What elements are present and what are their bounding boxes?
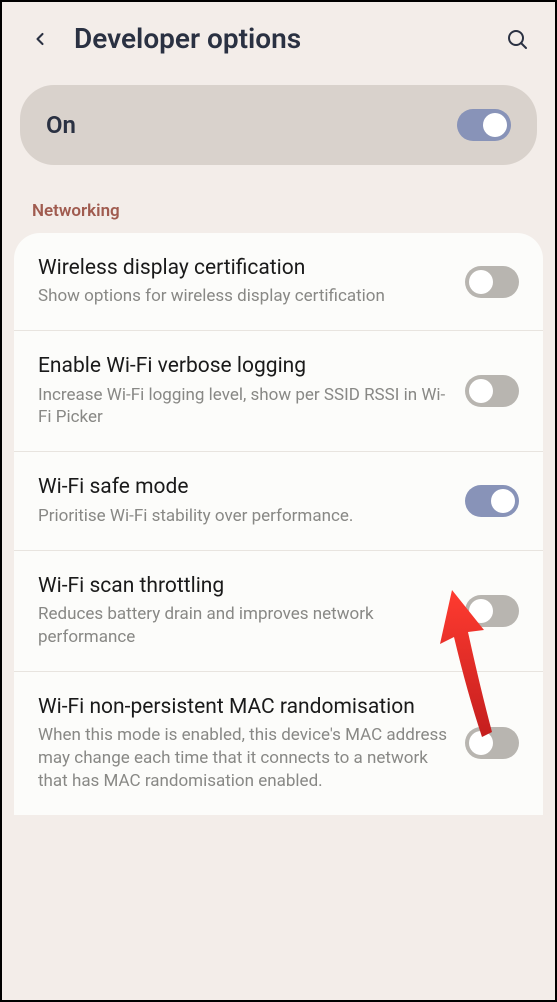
setting-title: Wi-Fi safe mode	[38, 474, 449, 501]
search-icon[interactable]	[503, 25, 531, 53]
setting-desc: When this mode is enabled, this device's…	[38, 724, 449, 793]
setting-title: Wi-Fi scan throttling	[38, 573, 449, 600]
master-toggle[interactable]	[457, 109, 511, 141]
toggle-wifi-scan-throttling[interactable]	[465, 595, 519, 627]
setting-desc: Prioritise Wi-Fi stability over performa…	[38, 505, 449, 528]
setting-title: Enable Wi-Fi verbose logging	[38, 353, 449, 380]
master-switch-row[interactable]: On	[20, 85, 537, 165]
setting-desc: Increase Wi-Fi logging level, show per S…	[38, 384, 449, 430]
setting-desc: Reduces battery drain and improves netwo…	[38, 603, 449, 649]
setting-wireless-display-certification[interactable]: Wireless display certification Show opti…	[14, 233, 543, 331]
toggle-wifi-verbose[interactable]	[465, 375, 519, 407]
setting-wifi-verbose-logging[interactable]: Enable Wi-Fi verbose logging Increase Wi…	[14, 331, 543, 452]
toggle-wifi-safe-mode[interactable]	[465, 485, 519, 517]
settings-card: Wireless display certification Show opti…	[14, 233, 543, 815]
setting-wifi-mac-randomisation[interactable]: Wi-Fi non-persistent MAC randomisation W…	[14, 672, 543, 815]
setting-desc: Show options for wireless display certif…	[38, 285, 449, 308]
setting-title: Wireless display certification	[38, 255, 449, 282]
back-icon[interactable]	[26, 25, 54, 53]
toggle-wireless-display[interactable]	[465, 266, 519, 298]
toggle-wifi-mac-randomisation[interactable]	[465, 727, 519, 759]
master-switch-label: On	[46, 111, 76, 139]
header: Developer options	[2, 2, 555, 71]
page-title: Developer options	[74, 22, 503, 55]
section-header-networking: Networking	[2, 165, 555, 233]
setting-title: Wi-Fi non-persistent MAC randomisation	[38, 694, 449, 721]
setting-wifi-scan-throttling[interactable]: Wi-Fi scan throttling Reduces battery dr…	[14, 551, 543, 672]
setting-wifi-safe-mode[interactable]: Wi-Fi safe mode Prioritise Wi-Fi stabili…	[14, 452, 543, 550]
